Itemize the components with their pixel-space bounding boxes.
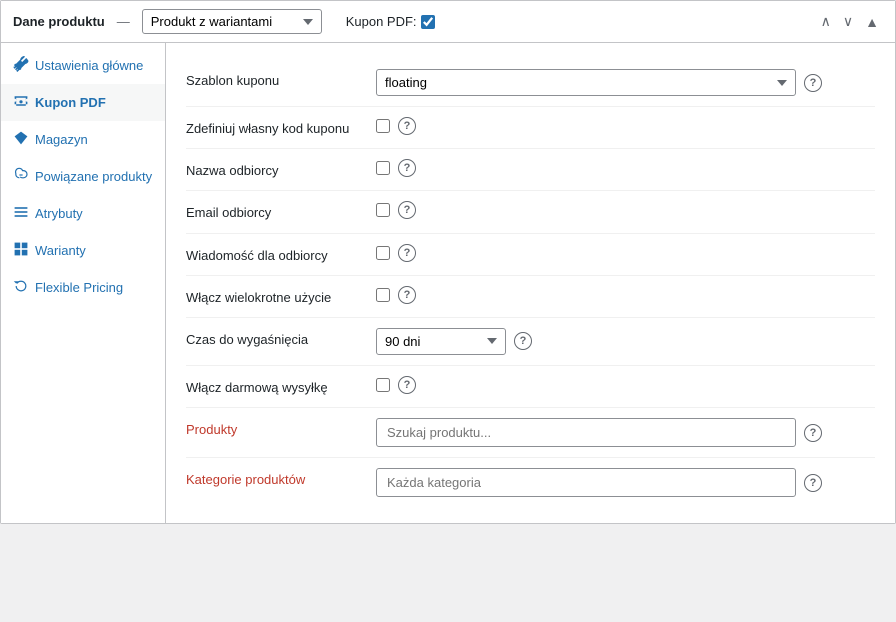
- field-control-wiadomosc: ?: [376, 244, 875, 262]
- help-icon-darmowa-wysylka[interactable]: ?: [398, 376, 416, 394]
- sidebar-item-ustawienia[interactable]: Ustawienia główne: [1, 47, 165, 84]
- panel-header: Dane produktu — Produkt z wariantami Pro…: [1, 1, 895, 43]
- ticket-icon: [13, 93, 29, 112]
- content-area: Szablon kuponu floating classic modern ?…: [166, 43, 895, 523]
- szablon-select[interactable]: floating classic modern: [376, 69, 796, 96]
- sidebar-item-kupon[interactable]: Kupon PDF: [1, 84, 165, 121]
- field-row-czas: Czas do wygaśnięcia 30 dni 60 dni 90 dni…: [186, 318, 875, 366]
- field-control-nazwa-odbiorcy: ?: [376, 159, 875, 177]
- field-control-darmowa-wysylka: ?: [376, 376, 875, 394]
- field-control-czas: 30 dni 60 dni 90 dni 180 dni 1 rok ?: [376, 328, 875, 355]
- help-icon-kategorie[interactable]: ?: [804, 474, 822, 492]
- field-row-wiadomosc: Wiadomość dla odbiorcy ?: [186, 234, 875, 276]
- field-control-szablon: floating classic modern ?: [376, 69, 875, 96]
- product-type-select[interactable]: Produkt z wariantami Produkt prosty Prod…: [142, 9, 322, 34]
- produkty-search-input[interactable]: [376, 418, 796, 447]
- field-control-wlasny-kod: ?: [376, 117, 875, 135]
- kategorie-input[interactable]: [376, 468, 796, 497]
- kupon-pdf-label: Kupon PDF:: [346, 14, 435, 29]
- field-control-produkty: ?: [376, 418, 875, 447]
- grid-icon: [13, 241, 29, 260]
- field-label-darmowa-wysylka: Włącz darmową wysyłkę: [186, 376, 376, 397]
- field-row-wielokrotne: Włącz wielokrotne użycie ?: [186, 276, 875, 318]
- darmowa-wysylka-checkbox[interactable]: [376, 378, 390, 392]
- field-label-email-odbiorcy: Email odbiorcy: [186, 201, 376, 222]
- field-label-wiadomosc: Wiadomość dla odbiorcy: [186, 244, 376, 265]
- help-icon-wielokrotne[interactable]: ?: [398, 286, 416, 304]
- help-icon-email-odbiorcy[interactable]: ?: [398, 201, 416, 219]
- field-row-email-odbiorcy: Email odbiorcy ?: [186, 191, 875, 233]
- arrow-down-button[interactable]: ∨: [839, 11, 857, 32]
- field-control-wielokrotne: ?: [376, 286, 875, 304]
- field-row-wlasny-kod: Zdefiniuj własny kod kuponu ?: [186, 107, 875, 149]
- sidebar-item-warianty[interactable]: Warianty: [1, 232, 165, 269]
- field-row-szablon: Szablon kuponu floating classic modern ?: [186, 59, 875, 107]
- sidebar-item-powiazane[interactable]: Powiązane produkty: [1, 158, 165, 195]
- arrow-up-button[interactable]: ∧: [817, 11, 835, 32]
- help-icon-produkty[interactable]: ?: [804, 424, 822, 442]
- diamond-icon: [13, 130, 29, 149]
- field-row-darmowa-wysylka: Włącz darmową wysyłkę ?: [186, 366, 875, 408]
- wrench-icon: [13, 56, 29, 75]
- sidebar-label-atrybuty: Atrybuty: [35, 206, 83, 221]
- field-label-nazwa-odbiorcy: Nazwa odbiorcy: [186, 159, 376, 180]
- wiadomosc-checkbox[interactable]: [376, 246, 390, 260]
- refresh-icon: [13, 278, 29, 297]
- help-icon-nazwa-odbiorcy[interactable]: ?: [398, 159, 416, 177]
- field-label-wielokrotne: Włącz wielokrotne użycie: [186, 286, 376, 307]
- field-row-nazwa-odbiorcy: Nazwa odbiorcy ?: [186, 149, 875, 191]
- sidebar-label-kupon: Kupon PDF: [35, 95, 106, 110]
- arrow-triangle-button[interactable]: ▲: [861, 11, 883, 32]
- help-icon-czas[interactable]: ?: [514, 332, 532, 350]
- sidebar: Ustawienia główne Kupon PDF Magazyn Powi…: [1, 43, 166, 523]
- sidebar-item-pricing[interactable]: Flexible Pricing: [1, 269, 165, 306]
- sidebar-item-atrybuty[interactable]: Atrybuty: [1, 195, 165, 232]
- link-icon: [13, 167, 29, 186]
- wlasny-kod-checkbox[interactable]: [376, 119, 390, 133]
- sidebar-label-ustawienia: Ustawienia główne: [35, 58, 143, 73]
- field-control-email-odbiorcy: ?: [376, 201, 875, 219]
- help-icon-wiadomosc[interactable]: ?: [398, 244, 416, 262]
- panel-body: Ustawienia główne Kupon PDF Magazyn Powi…: [1, 43, 895, 523]
- nazwa-odbiorcy-checkbox[interactable]: [376, 161, 390, 175]
- help-icon-wlasny-kod[interactable]: ?: [398, 117, 416, 135]
- field-label-produkty: Produkty: [186, 418, 376, 439]
- field-label-szablon: Szablon kuponu: [186, 69, 376, 90]
- wielokrotne-checkbox[interactable]: [376, 288, 390, 302]
- list-icon: [13, 204, 29, 223]
- email-odbiorcy-checkbox[interactable]: [376, 203, 390, 217]
- czas-select[interactable]: 30 dni 60 dni 90 dni 180 dni 1 rok: [376, 328, 506, 355]
- field-row-produkty: Produkty ?: [186, 408, 875, 458]
- sidebar-label-pricing: Flexible Pricing: [35, 280, 123, 295]
- panel-title: Dane produktu: [13, 14, 105, 29]
- field-label-czas: Czas do wygaśnięcia: [186, 328, 376, 349]
- sidebar-label-warianty: Warianty: [35, 243, 86, 258]
- field-row-kategorie: Kategorie produktów ?: [186, 458, 875, 507]
- kupon-pdf-checkbox[interactable]: [421, 15, 435, 29]
- panel-arrows: ∧ ∨ ▲: [817, 11, 883, 32]
- help-icon-szablon[interactable]: ?: [804, 74, 822, 92]
- field-control-kategorie: ?: [376, 468, 875, 497]
- sidebar-label-powiazane: Powiązane produkty: [35, 169, 152, 184]
- field-label-kategorie: Kategorie produktów: [186, 468, 376, 489]
- sidebar-item-magazyn[interactable]: Magazyn: [1, 121, 165, 158]
- sidebar-label-magazyn: Magazyn: [35, 132, 88, 147]
- panel-separator: —: [117, 14, 130, 29]
- field-label-wlasny-kod: Zdefiniuj własny kod kuponu: [186, 117, 376, 138]
- product-panel: Dane produktu — Produkt z wariantami Pro…: [0, 0, 896, 524]
